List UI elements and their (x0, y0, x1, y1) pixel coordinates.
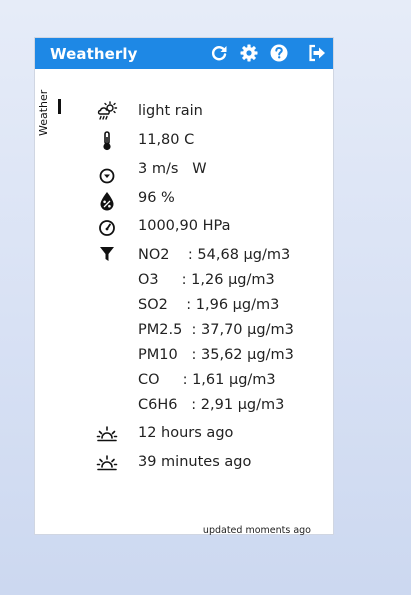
wind-value: 3 m/s W (138, 161, 207, 177)
gear-icon[interactable] (239, 43, 259, 63)
cloud-rain-sun-icon (96, 100, 118, 122)
humidity-icon (96, 190, 118, 212)
sign-out-icon[interactable] (307, 43, 327, 63)
sunset-value: 39 minutes ago (138, 454, 252, 470)
tab-weather[interactable]: Weather (37, 90, 51, 138)
updated-status: updated moments ago (202, 525, 311, 536)
temperature-value: 11,80 C (138, 132, 195, 148)
thermometer-icon (96, 130, 118, 152)
sunset-icon (96, 452, 118, 474)
pollutant-no2: NO2 : 54,68 µg/m3 (138, 247, 291, 263)
pollutant-pm10: PM10 : 35,62 µg/m3 (138, 347, 294, 363)
title-bar: Weatherly (35, 38, 333, 69)
sunrise-icon (96, 423, 118, 445)
refresh-icon[interactable] (209, 43, 229, 63)
tab-weather-label: Weather (37, 89, 50, 136)
weather-condition: light rain (138, 103, 203, 119)
weather-widget-window: Weatherly Weather light rain 11,80 C 3 m… (34, 37, 334, 536)
pollutant-pm25: PM2.5 : 37,70 µg/m3 (138, 322, 294, 338)
filter-icon (96, 243, 118, 265)
pollutant-co: CO : 1,61 µg/m3 (138, 372, 276, 388)
pressure-value: 1000,90 HPa (138, 218, 231, 234)
pollutant-o3: O3 : 1,26 µg/m3 (138, 272, 275, 288)
pollutant-so2: SO2 : 1,96 µg/m3 (138, 297, 280, 313)
app-title: Weatherly (50, 45, 138, 63)
sunrise-value: 12 hours ago (138, 425, 234, 441)
wind-direction-icon (96, 165, 118, 187)
help-icon[interactable] (269, 43, 289, 63)
humidity-value: 96 % (138, 190, 175, 206)
pressure-gauge-icon (96, 217, 118, 239)
active-tab-indicator (58, 99, 61, 114)
pollutant-c6h6: C6H6 : 2,91 µg/m3 (138, 397, 285, 413)
